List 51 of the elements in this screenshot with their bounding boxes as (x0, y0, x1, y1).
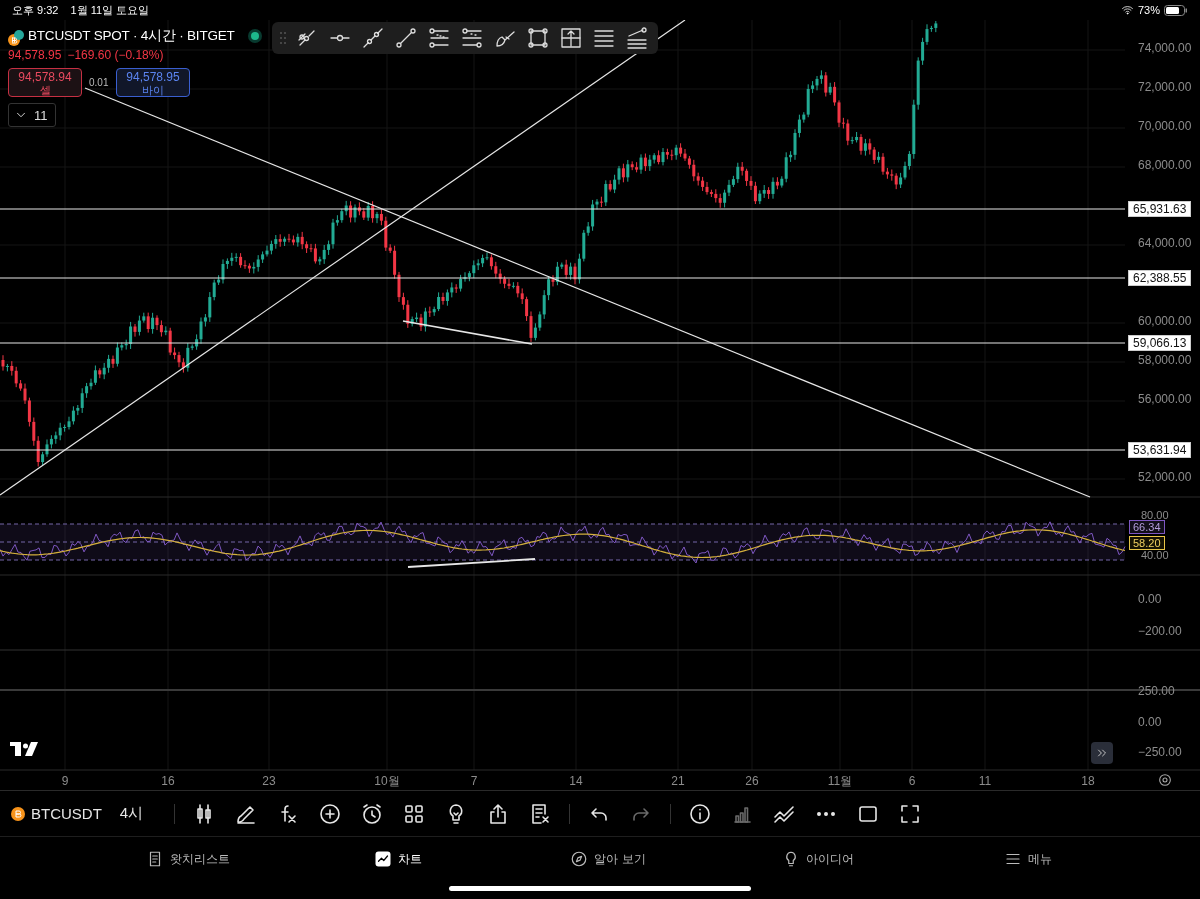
tab[interactable]: 메뉴 (1004, 850, 1052, 868)
time-axis-label: 14 (569, 774, 583, 788)
status-time: 오후 9:32 (12, 2, 59, 18)
status-date: 1월 11일 토요일 (70, 2, 150, 18)
time-axis-label: 9 (61, 774, 69, 788)
price-change: −169.60 (−0.18%) (67, 48, 164, 62)
price-axis-label: 52,000.00 (1138, 470, 1192, 484)
tab[interactable]: 아이디어 (782, 850, 854, 868)
pane-axis-label: 0.00 (1138, 715, 1162, 729)
price-axis-label: 72,000.00 (1138, 80, 1192, 94)
price-axis-label: 70,000.00 (1138, 119, 1192, 133)
price-axis-label: 56,000.00 (1138, 392, 1192, 406)
price-axis-label: 68,000.00 (1138, 158, 1192, 172)
rsi-value-label: 66.34 (1129, 520, 1165, 534)
tab[interactable]: 왓치리스트 (146, 850, 230, 868)
time-axis-label: 18 (1081, 774, 1095, 788)
time-axis-label: 23 (262, 774, 276, 788)
time-axis-label: 21 (671, 774, 685, 788)
interval-label[interactable]: 4시 (119, 804, 166, 823)
price-line-label: 59,066.13 (1128, 335, 1192, 351)
time-axis-label: 11월 (827, 774, 853, 788)
time-axis-label: 6 (908, 774, 916, 788)
price-line-label: 62,388.55 (1128, 270, 1192, 286)
rsi-axis-label: 80.00 (1140, 509, 1170, 521)
pane-axis-label: −200.00 (1138, 624, 1182, 638)
time-axis-label: 26 (745, 774, 759, 788)
pane-axis-label: 0.00 (1138, 592, 1162, 606)
tab[interactable]: 차트 (374, 850, 422, 868)
rsi-average-label: 58.20 (1129, 536, 1165, 550)
tab[interactable]: 알아 보기 (570, 850, 646, 868)
price-line-label: 65,931.63 (1128, 201, 1192, 217)
price-line-label: 53,631.94 (1128, 442, 1192, 458)
time-axis-label: 16 (161, 774, 175, 788)
symbol-name[interactable]: BTCUSDT (31, 805, 102, 822)
last-price: 94,578.95 (8, 48, 62, 62)
time-axis-label: 10월 (374, 774, 400, 788)
battery-percent: 73% (1137, 4, 1160, 16)
indicators-toggle[interactable]: 11 (8, 103, 56, 127)
rsi-axis-label: 40.00 (1140, 549, 1170, 561)
pane-axis-label: −250.00 (1138, 745, 1182, 759)
price-axis-label: 58,000.00 (1138, 353, 1192, 367)
price-axis-label: 64,000.00 (1138, 236, 1192, 250)
time-axis-label: 11 (978, 774, 992, 788)
time-axis-label: 7 (470, 774, 478, 788)
sell-button[interactable]: 94,578.94 셀 (8, 68, 82, 97)
spread-value: 0.01 (89, 77, 109, 88)
buy-button[interactable]: 94,578.95 바이 (116, 68, 190, 97)
symbol-title[interactable]: BTCUSDT SPOT · 4시간 · BITGET (28, 27, 235, 45)
price-axis-label: 60,000.00 (1138, 314, 1192, 328)
pane-axis-label: 250.00 (1138, 684, 1175, 698)
price-axis-label: 74,000.00 (1138, 41, 1192, 55)
